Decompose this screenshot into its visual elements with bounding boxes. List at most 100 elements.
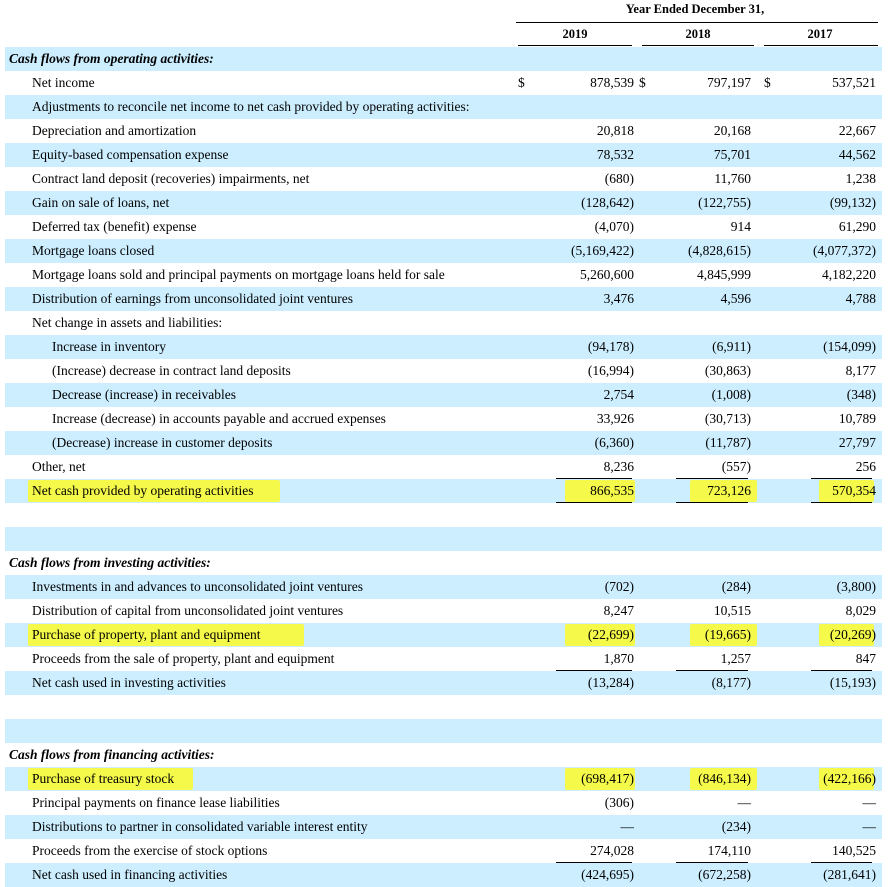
value-2018: 75,701 [713, 147, 751, 162]
table-row: Distribution of earnings from unconsolid… [5, 287, 882, 311]
table-row: Principal payments on finance lease liab… [5, 791, 882, 815]
row-label: Distribution of earnings from unconsolid… [32, 291, 353, 306]
value-2019: 274,028 [590, 843, 634, 858]
section-header-row: Cash flows from investing activities: [5, 551, 882, 575]
table-row: Distribution of capital from unconsolida… [5, 599, 882, 623]
table-row: Gain on sale of loans, net (128,642) (122,… [5, 191, 882, 215]
table-row: Adjustments to reconcile net income to n… [5, 95, 882, 119]
value-2017: — [862, 795, 877, 810]
row-label: Purchase of treasury stock [32, 771, 175, 786]
value-2019: 1,870 [603, 651, 634, 666]
value-2017: (99,132) [829, 195, 876, 210]
blank-row [5, 719, 882, 743]
row-label: Increase in inventory [52, 339, 166, 354]
row-label: Depreciation and amortization [32, 123, 197, 138]
value-2018: 174,110 [707, 843, 751, 858]
row-label: Principal payments on finance lease liab… [32, 795, 280, 810]
value-2019: (94,178) [587, 339, 634, 354]
blank-row [5, 695, 882, 719]
value-2017: 256 [855, 459, 876, 474]
value-2019: (698,417) [581, 771, 634, 786]
value-2018: 20,168 [713, 123, 751, 138]
value-2019: (13,284) [587, 675, 634, 690]
value-2018: 4,596 [720, 291, 751, 306]
value-2018: 723,126 [707, 483, 751, 498]
year-header-rule-2018 [642, 45, 754, 46]
value-2019: — [620, 819, 635, 834]
value-2019: (5,169,422) [571, 243, 634, 258]
value-2017: 140,525 [832, 843, 876, 858]
value-2017: 847 [855, 651, 876, 666]
table-row: Distributions to partner in consolidated… [5, 815, 882, 839]
year-header-rule-2019 [518, 45, 632, 46]
row-label: Net cash used in investing activities [32, 675, 226, 690]
period-header-rule [516, 22, 878, 23]
table-row: Proceeds from the sale of property, plan… [5, 647, 882, 671]
value-2019: 8,236 [603, 459, 634, 474]
row-label: Purchase of property, plant and equipmen… [32, 627, 261, 642]
year-header-2018: 2018 [685, 27, 711, 41]
value-2019: 5,260,600 [580, 267, 634, 282]
row-label: Net change in assets and liabilities: [32, 315, 223, 330]
value-2018: (672,258) [698, 867, 751, 882]
value-2018: (557) [721, 459, 751, 474]
value-2019: (16,994) [587, 363, 634, 378]
row-label: Distributions to partner in consolidated… [32, 819, 368, 834]
value-2017: 8,177 [845, 363, 876, 378]
value-2019: (128,642) [581, 195, 634, 210]
value-2018: 10,515 [713, 603, 751, 618]
row-label: Increase (decrease) in accounts payable … [52, 411, 386, 426]
value-2017: 61,290 [838, 219, 876, 234]
table-row: Proceeds from the exercise of stock opti… [5, 839, 882, 863]
value-2019: 878,539 [590, 75, 634, 90]
value-2018: 914 [730, 219, 751, 234]
value-2017: 27,797 [838, 435, 876, 450]
value-2017: (422,166) [823, 771, 876, 786]
value-2017: (3,800) [836, 579, 876, 594]
section-title: Cash flows from operating activities: [9, 51, 214, 66]
value-2018: 4,845,999 [697, 267, 751, 282]
value-2018: (6,911) [712, 339, 751, 354]
value-2019: 33,926 [596, 411, 634, 426]
table-row: Mortgage loans closed (5,169,422) (4,828,6… [5, 239, 882, 263]
row-label: Distribution of capital from unconsolida… [32, 603, 344, 618]
value-2017: 4,182,220 [822, 267, 876, 282]
row-label: Equity-based compensation expense [32, 147, 229, 162]
value-2019: 20,818 [596, 123, 634, 138]
value-2018: (19,665) [704, 627, 751, 642]
value-2017: 44,562 [838, 147, 876, 162]
row-label: Net income [32, 75, 95, 90]
value-2018: (1,008) [711, 387, 751, 402]
value-2019: (4,070) [594, 219, 634, 234]
value-2018: (846,134) [698, 771, 751, 786]
value-2017: 4,788 [845, 291, 876, 306]
value-2019: (6,360) [594, 435, 634, 450]
period-header: Year Ended December 31, [625, 2, 765, 16]
value-2018: (30,863) [704, 363, 751, 378]
blank-row [5, 527, 882, 551]
blank-row [5, 503, 882, 527]
row-label: Net cash provided by operating activitie… [32, 483, 254, 498]
value-2018: (4,828,615) [688, 243, 751, 258]
row-label: Other, net [32, 459, 86, 474]
value-2019: (22,699) [587, 627, 634, 642]
table-row: Investments in and advances to unconsoli… [5, 575, 882, 599]
section-title: Cash flows from financing activities: [9, 747, 215, 762]
value-2019: 2,754 [603, 387, 634, 402]
dollar-sign: $ [518, 75, 525, 90]
dollar-sign: $ [764, 75, 771, 90]
value-2017: (348) [846, 387, 876, 402]
value-2017: 22,667 [838, 123, 876, 138]
value-2019: (424,695) [581, 867, 634, 882]
value-2019: 78,532 [596, 147, 634, 162]
table-row: Depreciation and amortization 20,818 20,16… [5, 119, 882, 143]
year-header-2017: 2017 [807, 27, 833, 41]
row-label: Gain on sale of loans, net [32, 195, 170, 210]
value-2018: (30,713) [704, 411, 751, 426]
table-row: Purchase of property, plant and equipmen… [5, 623, 882, 647]
value-2019: 3,476 [603, 291, 634, 306]
table-row: Net cash provided by operating activitie… [5, 479, 882, 503]
table-row: Decrease (increase) in receivables 2,754 (… [5, 383, 882, 407]
value-2018: (284) [721, 579, 751, 594]
value-2018: — [737, 795, 752, 810]
